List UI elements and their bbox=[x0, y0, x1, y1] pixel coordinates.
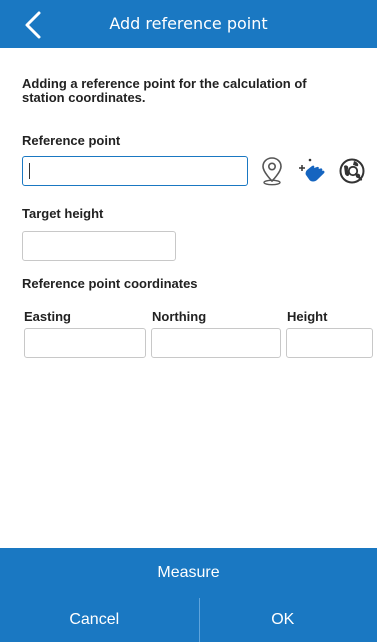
height-input[interactable] bbox=[286, 328, 373, 358]
measure-button[interactable]: Measure bbox=[0, 548, 377, 598]
northing-input[interactable] bbox=[151, 328, 281, 358]
height-label: Height bbox=[287, 309, 328, 324]
globe-search-icon bbox=[339, 158, 365, 184]
tap-select-button[interactable] bbox=[294, 155, 330, 187]
map-pin-button[interactable] bbox=[258, 155, 286, 187]
bottom-action-bar: Cancel OK bbox=[0, 598, 377, 642]
intro-text: Adding a reference point for the calcula… bbox=[22, 76, 307, 105]
text-caret bbox=[29, 163, 30, 179]
globe-search-button[interactable] bbox=[336, 155, 368, 187]
target-height-label: Target height bbox=[22, 206, 104, 221]
cancel-button[interactable]: Cancel bbox=[0, 598, 189, 642]
reference-point-label: Reference point bbox=[22, 133, 121, 148]
app-header: Add reference point bbox=[0, 0, 377, 48]
bottom-divider bbox=[199, 598, 200, 642]
tap-select-icon bbox=[299, 158, 325, 182]
reference-point-input[interactable] bbox=[22, 156, 248, 186]
target-height-input[interactable] bbox=[22, 231, 176, 261]
coordinates-section-label: Reference point coordinates bbox=[22, 276, 198, 291]
map-pin-icon bbox=[262, 157, 282, 186]
ok-button[interactable]: OK bbox=[189, 598, 377, 642]
easting-label: Easting bbox=[24, 309, 71, 324]
easting-input[interactable] bbox=[24, 328, 146, 358]
northing-label: Northing bbox=[152, 309, 207, 324]
page-title: Add reference point bbox=[109, 14, 268, 33]
